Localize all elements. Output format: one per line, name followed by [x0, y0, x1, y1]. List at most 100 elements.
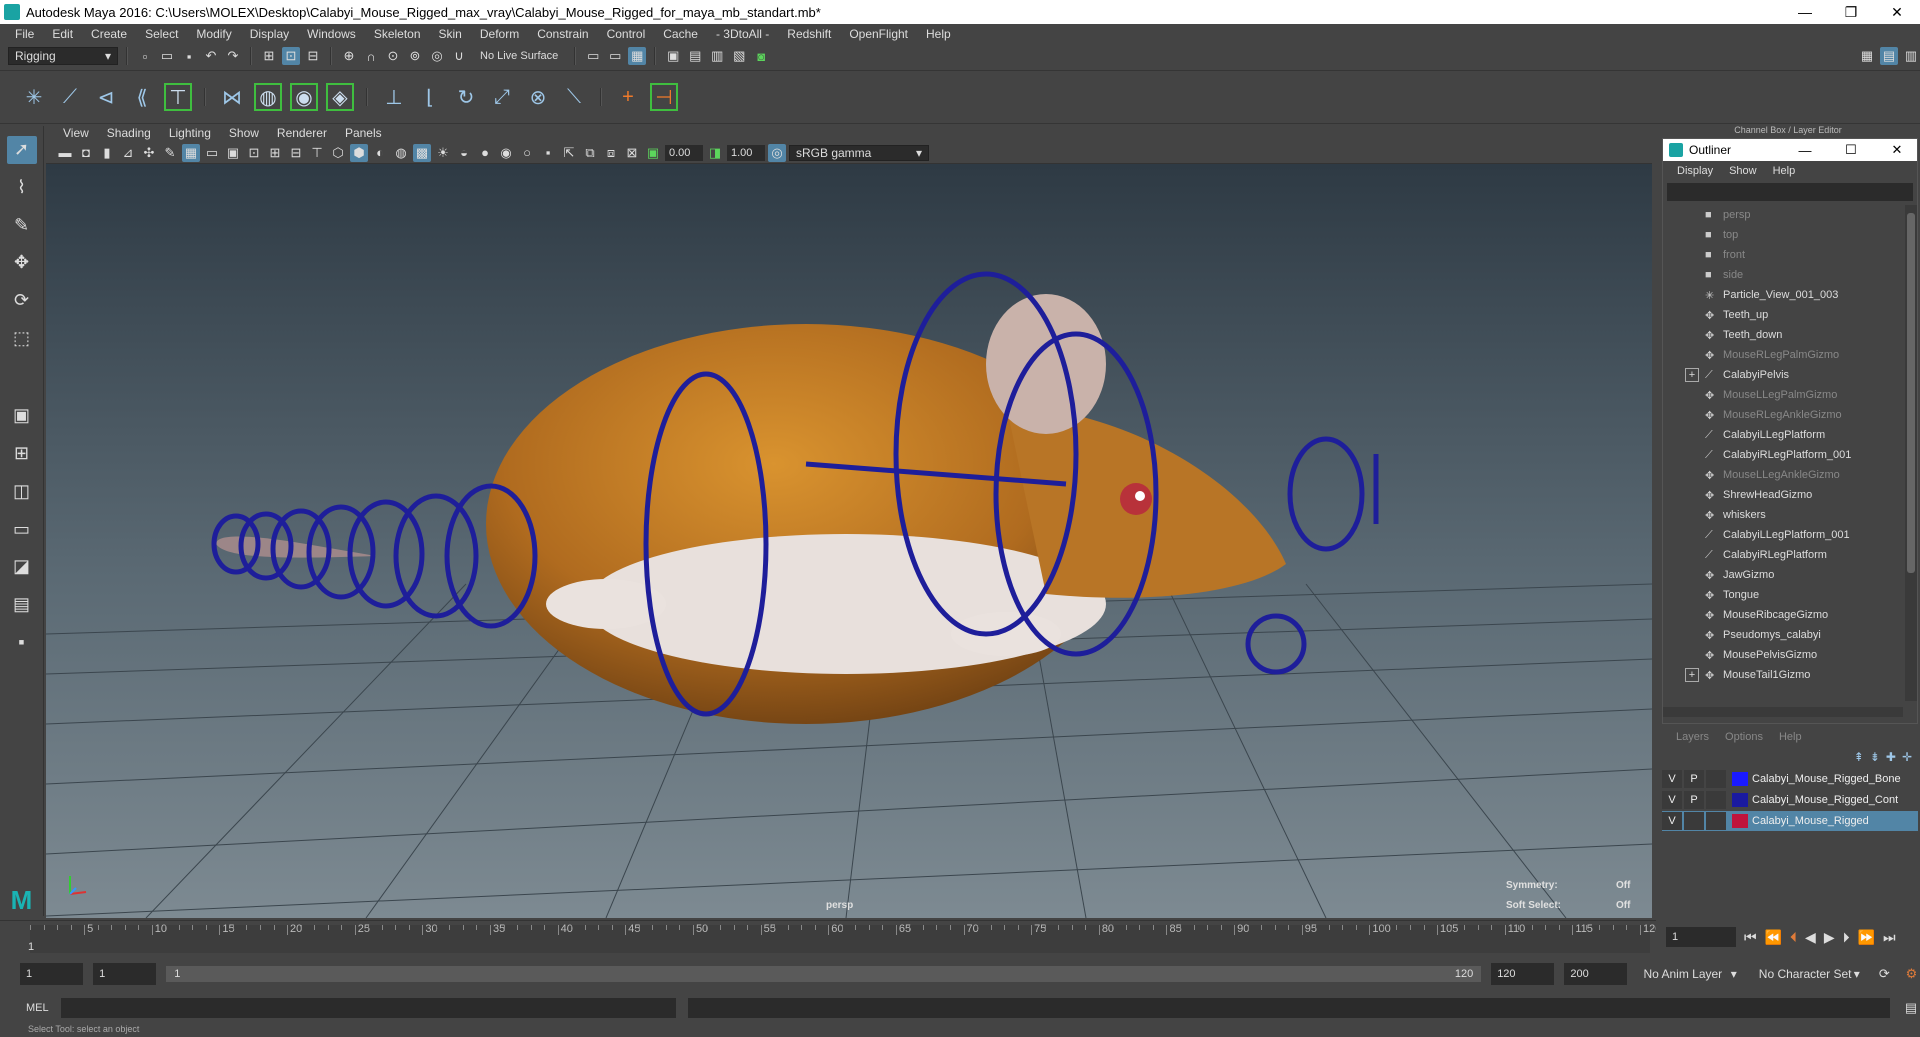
xray-icon[interactable]: ⧉ — [581, 144, 599, 162]
film-gate-icon[interactable]: ▭ — [203, 144, 221, 162]
snap-grid-icon[interactable]: ⊕ — [340, 47, 358, 65]
camera-attributes-icon[interactable]: ◘ — [77, 144, 95, 162]
move-layer-down-icon[interactable]: ⇟ — [1870, 750, 1880, 764]
use-all-lights-icon[interactable]: ☀ — [434, 144, 452, 162]
outliner-minimize-button[interactable]: — — [1785, 143, 1825, 158]
outliner-item[interactable]: ■ top — [1663, 225, 1903, 245]
layer-visibility-toggle[interactable]: V — [1662, 812, 1682, 830]
single-view-icon[interactable]: ▣ — [7, 402, 37, 430]
play-forward-icon[interactable]: ▶ — [1824, 929, 1835, 946]
aim-constraint-icon[interactable]: ⌊ — [416, 83, 444, 111]
grid-icon[interactable]: ▦ — [182, 143, 200, 162]
bookmark-icon[interactable]: ▮ — [98, 144, 116, 162]
mouse-front-foot[interactable] — [951, 612, 1061, 656]
outliner-item[interactable]: + ⟋ CalabyiPelvis — [1663, 365, 1903, 385]
smooth-shade-icon[interactable]: ⬢ — [350, 143, 368, 162]
cluster-icon[interactable]: ⊣ — [650, 83, 678, 111]
start-time-field[interactable]: 1 — [20, 963, 84, 985]
depth-of-field-icon[interactable]: ▪ — [539, 144, 557, 162]
menu-control[interactable]: Control — [598, 27, 655, 41]
orient-joint-icon[interactable]: ⊤ — [164, 83, 192, 111]
select-tool-icon[interactable]: ➚ — [6, 136, 37, 164]
layer-menu-options[interactable]: Options — [1717, 731, 1771, 743]
outliner-item[interactable]: ■ front — [1663, 245, 1903, 265]
viewport-menu-view[interactable]: View — [54, 126, 98, 140]
input-ops-icon[interactable]: ▭ — [584, 47, 602, 65]
workspace-icon[interactable]: ▦ — [1858, 47, 1876, 65]
rotate-tool-icon[interactable]: ⟳ — [7, 287, 37, 315]
gate-mask-icon[interactable]: ⊡ — [245, 144, 263, 162]
hypershade-icon[interactable]: ◙ — [752, 47, 770, 65]
wireframe-icon[interactable]: ⬡ — [329, 144, 347, 162]
locator-icon[interactable]: + — [614, 83, 642, 111]
menu-help[interactable]: Help — [917, 27, 960, 41]
outliner-item[interactable]: ■ persp — [1663, 205, 1903, 225]
layer-playback-toggle[interactable]: P — [1684, 791, 1704, 809]
command-input[interactable] — [60, 998, 677, 1018]
layout-icon[interactable]: ▤ — [1880, 47, 1898, 65]
current-frame-field[interactable]: 1 — [1666, 927, 1736, 947]
step-forward-key-icon[interactable]: ⏵ — [1843, 929, 1850, 946]
outliner-item[interactable]: + ✥ MouseTail1Gizmo — [1663, 665, 1903, 685]
expand-icon[interactable]: + — [1685, 668, 1699, 682]
snap-curve-icon[interactable]: ∩ — [362, 47, 380, 65]
joint-tool-icon[interactable]: ✳ — [20, 83, 48, 111]
layer-display-type-toggle[interactable] — [1706, 770, 1726, 788]
anim-layer-dropdown[interactable]: No Anim Layer ▾ — [1637, 965, 1743, 983]
snap-point-icon[interactable]: ⊙ — [384, 47, 402, 65]
expand-icon[interactable]: + — [1685, 368, 1699, 382]
menu-select[interactable]: Select — [136, 27, 187, 41]
xray-joints-icon[interactable]: ⊠ — [623, 144, 641, 162]
restore-button[interactable]: ❐ — [1828, 0, 1874, 24]
menu-modify[interactable]: Modify — [187, 27, 240, 41]
outliner-item[interactable]: ✳ Particle_View_001_003 — [1663, 285, 1903, 305]
save-scene-icon[interactable]: ▪ — [180, 47, 198, 65]
safe-action-icon[interactable]: ⊟ — [287, 144, 305, 162]
select-object-icon[interactable]: ⊡ — [282, 47, 300, 65]
character-set-dropdown[interactable]: No Character Set ▾ — [1752, 965, 1866, 983]
outliner-search-input[interactable] — [1667, 183, 1913, 201]
move-layer-up-icon[interactable]: ⇞ — [1854, 750, 1864, 764]
xray-active-icon[interactable]: ⧈ — [602, 144, 620, 162]
isolate-select-icon[interactable]: ⇱ — [560, 144, 578, 162]
perspective-viewport[interactable]: View Shading Lighting Show Renderer Pane… — [46, 124, 1652, 918]
layer-playback-toggle[interactable]: P — [1684, 770, 1704, 788]
time-slider[interactable]: 5 10 15 20 25 30 35 40 45 50 55 60 65 70 75 80 85 90 95 100… — [0, 920, 1661, 954]
outliner-item[interactable]: ✥ whiskers — [1663, 505, 1903, 525]
menu-redshift[interactable]: Redshift — [778, 27, 840, 41]
outliner-item[interactable]: ✥ MouseRLegPalmGizmo — [1663, 345, 1903, 365]
command-language-label[interactable]: MEL — [26, 1002, 49, 1014]
field-chart-icon[interactable]: ⊞ — [266, 144, 284, 162]
2d-pan-icon[interactable]: ✣ — [140, 144, 158, 162]
outliner-item[interactable]: ✥ MouseRLegAnkleGizmo — [1663, 405, 1903, 425]
ik-handle-icon[interactable]: ⟋ — [56, 83, 84, 111]
persp-outliner-icon[interactable]: ▭ — [7, 515, 37, 543]
outliner-menu-help[interactable]: Help — [1765, 165, 1804, 177]
outliner-item[interactable]: ✥ MousePelvisGizmo — [1663, 645, 1903, 665]
outliner-item[interactable]: ✥ Tongue — [1663, 585, 1903, 605]
textured-icon[interactable]: ▩ — [413, 143, 431, 162]
menu-skeleton[interactable]: Skeleton — [365, 27, 430, 41]
layer-visibility-toggle[interactable]: V — [1662, 791, 1682, 809]
menu-3dtoall[interactable]: - 3DtoAll - — [707, 27, 778, 41]
paint-select-icon[interactable]: ✎ — [7, 211, 37, 239]
anim-prefs-icon[interactable]: ⚙ — [1903, 965, 1920, 983]
menu-skin[interactable]: Skin — [430, 27, 471, 41]
timeline-track[interactable]: 5 10 15 20 25 30 35 40 45 50 55 60 65 70 75 80 85 90 95 100… — [30, 923, 1661, 953]
hypershade-layout-icon[interactable]: ▤ — [7, 591, 37, 619]
layer-row[interactable]: V P Calabyi_Mouse_Rigged_Bone — [1662, 769, 1918, 789]
outliner-menu-display[interactable]: Display — [1669, 165, 1721, 177]
scene-view[interactable] — [46, 164, 1652, 918]
layer-color-swatch[interactable] — [1732, 814, 1748, 828]
point-constraint-icon[interactable]: ⊥ — [380, 83, 408, 111]
layer-display-type-toggle[interactable] — [1706, 812, 1726, 830]
render-frame-icon[interactable]: ▤ — [686, 47, 704, 65]
outliner-item[interactable]: ✥ MouseRibcageGizmo — [1663, 605, 1903, 625]
scale-constraint-icon[interactable]: ⤢ — [488, 83, 516, 111]
outliner-item[interactable]: ⟋ CalabyiLLegPlatform — [1663, 425, 1903, 445]
motion-blur-icon[interactable]: ◉ — [497, 144, 515, 162]
color-management-icon[interactable]: ◎ — [768, 143, 786, 162]
step-forward-icon[interactable]: ⏩ — [1858, 929, 1875, 946]
resolution-gate-icon[interactable]: ▣ — [224, 144, 242, 162]
menu-set-dropdown[interactable]: Rigging ▾ — [8, 47, 118, 65]
